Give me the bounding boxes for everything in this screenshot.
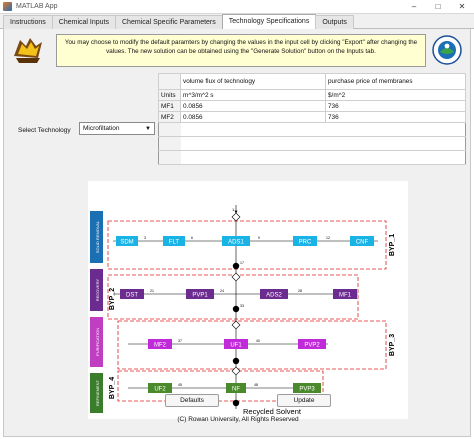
stream-label: 37: [178, 339, 182, 343]
unit-ads2-label: ADS2: [266, 293, 282, 299]
stream-label: 9: [258, 236, 260, 240]
technology-dropdown-value: Microfiltation: [83, 125, 120, 132]
section-label-purification: PURIFICATION: [95, 328, 100, 356]
header-cell: [158, 73, 181, 90]
unit-ads1-label: ADS1: [228, 240, 244, 246]
section-label-refinement: REFINEMENT: [95, 379, 100, 406]
chevron-down-icon: ▼: [145, 125, 151, 132]
tab-content-panel: You may choose to modify the default par…: [3, 29, 471, 437]
tab-instructions[interactable]: Instructions: [3, 15, 53, 29]
mixer-icon: [232, 399, 240, 407]
table-cell[interactable]: m^3/m^2 s: [180, 89, 326, 101]
matlab-app-icon: [3, 2, 12, 11]
tab-chemical-specific-parameters[interactable]: Chemical Specific Parameters: [115, 15, 223, 29]
byp-label-2: BYP_2: [109, 288, 116, 310]
unit-dst-label: DST: [126, 293, 138, 299]
stream-label: 33: [240, 304, 244, 308]
rowan-logo: [14, 38, 42, 63]
unit-uf2-label: UF2: [154, 387, 166, 393]
table-empty-row: [158, 122, 466, 137]
stream-label: 3: [144, 236, 146, 240]
unit-pvp3-label: PVP3: [299, 387, 315, 393]
window-controls: – □ ✕: [402, 0, 474, 14]
stream-label: 45: [178, 383, 182, 387]
table-row: MF1 0.0856 736: [158, 100, 466, 112]
technology-spec-table: volume flux of technology purchase price…: [158, 73, 466, 165]
tab-chemical-inputs[interactable]: Chemical Inputs: [51, 15, 116, 29]
table-row: Units m^3/m^2 s $/m^2: [158, 89, 466, 101]
window-title: MATLAB App: [16, 3, 58, 10]
table-cell[interactable]: 0.0856: [180, 111, 326, 123]
table-cell[interactable]: 0.0856: [180, 100, 326, 112]
inlet-stream-label: 1: [232, 207, 235, 212]
epa-seal-logo: [432, 35, 462, 65]
unit-prc-label: PRC: [299, 240, 312, 246]
tab-technology-specifications[interactable]: Technology Specifications: [221, 14, 317, 29]
technology-dropdown[interactable]: Microfiltation ▼: [79, 122, 155, 135]
stream-label: 40: [256, 339, 260, 343]
copyright-footer: (C) Rowan University, All Rights Reserve…: [177, 416, 299, 423]
table-cell[interactable]: $/m^2: [325, 89, 466, 101]
unit-mf2-label: MF2: [154, 343, 167, 349]
unit-sdm-label: SDM: [120, 240, 133, 246]
tab-bar: Instructions Chemical Inputs Chemical Sp…: [0, 14, 474, 29]
maximize-button[interactable]: □: [426, 0, 450, 14]
update-button[interactable]: Update: [277, 394, 331, 407]
unit-flt-label: FLT: [169, 240, 180, 246]
table-row: MF2 0.0856 736: [158, 111, 466, 123]
byp-label-1: BYP_1: [389, 234, 396, 256]
stream-label: 28: [298, 289, 302, 293]
row-header: Units: [158, 89, 181, 101]
section-label-solid-removal: SOLID REMOVAL: [95, 220, 100, 253]
mixer-icon: [232, 305, 240, 313]
splitter-icon: [231, 320, 241, 330]
recycled-solvent-label: Recycled Solvent: [243, 407, 302, 416]
stream-label: 12: [326, 236, 330, 240]
process-flow-diagram: SOLID REMOVAL RECOVERY PURIFICATION REFI…: [88, 181, 408, 419]
unit-uf1-label: UF1: [230, 343, 242, 349]
stream-label: 24: [220, 289, 224, 293]
row-header: MF2: [158, 111, 181, 123]
instruction-banner: You may choose to modify the default par…: [56, 34, 426, 67]
table-empty-row: [158, 136, 466, 151]
process-flow-svg: SOLID REMOVAL RECOVERY PURIFICATION REFI…: [90, 205, 396, 416]
stream-label: 21: [150, 289, 154, 293]
table-header-row: volume flux of technology purchase price…: [158, 73, 466, 90]
table-cell[interactable]: 736: [325, 100, 466, 112]
stream-label: 17: [240, 261, 244, 265]
header-cell: volume flux of technology: [180, 73, 326, 90]
bypass-box-2: [107, 274, 359, 320]
title-bar: MATLAB App – □ ✕: [0, 0, 474, 14]
splitter-icon: [231, 366, 241, 376]
mixer-icon: [232, 262, 240, 270]
unit-pvp1-label: PVP1: [192, 293, 208, 299]
header-cell: purchase price of membranes: [325, 73, 466, 90]
tab-outputs[interactable]: Outputs: [315, 15, 354, 29]
row-header: MF1: [158, 100, 181, 112]
stream-label: 48: [254, 383, 258, 387]
splitter-icon: [231, 272, 241, 282]
minimize-button[interactable]: –: [402, 0, 426, 14]
table-empty-row: [158, 150, 466, 165]
select-technology-label: Select Technology: [18, 127, 71, 134]
section-label-recovery: RECOVERY: [95, 278, 100, 301]
close-button[interactable]: ✕: [450, 0, 474, 14]
unit-cnf-label: CNF: [356, 240, 369, 246]
byp-label-3: BYP_3: [389, 334, 396, 356]
mixer-icon: [232, 357, 240, 365]
byp-label-4: BYP_4: [109, 377, 116, 399]
unit-nf-label: NF: [232, 387, 240, 393]
defaults-button[interactable]: Defaults: [165, 394, 219, 407]
unit-mf1-label: MF1: [339, 293, 352, 299]
splitter-icon: [231, 212, 241, 222]
table-cell[interactable]: 736: [325, 111, 466, 123]
stream-label: 6: [191, 236, 193, 240]
unit-pvp2-label: PVP2: [304, 343, 320, 349]
